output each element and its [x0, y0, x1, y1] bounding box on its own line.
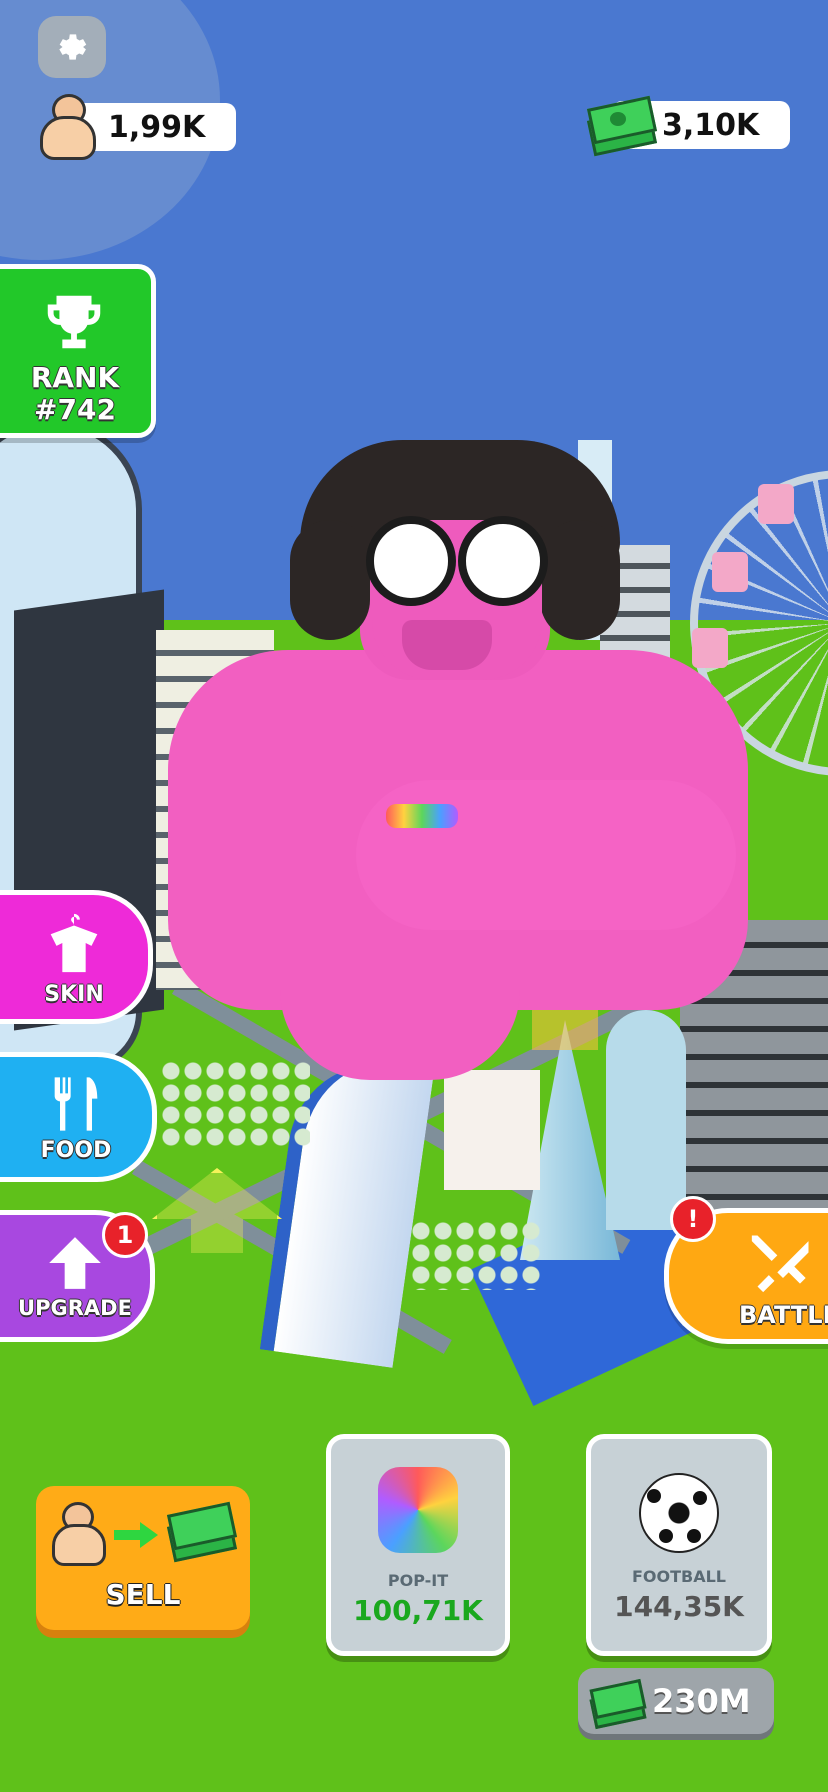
pop-it-in-hand — [386, 804, 458, 828]
ferris-cabin — [692, 628, 728, 668]
upgrade-label: UPGRADE — [18, 1296, 132, 1320]
ferris-cabin — [758, 484, 794, 524]
muscle-man-icon — [38, 94, 96, 160]
football-card[interactable]: FOOTBALL 144,35K — [586, 1434, 772, 1656]
ferris-cabin — [712, 552, 748, 592]
character-mouth — [402, 620, 492, 670]
food-button[interactable]: FOOD — [0, 1052, 157, 1182]
battle-badge-mark: ! — [687, 1205, 699, 1233]
sell-label: SELL — [105, 1578, 181, 1611]
gear-icon — [59, 34, 87, 60]
strength-counter: 1,99K — [74, 103, 236, 151]
pop-it-name: POP-IT — [387, 1571, 449, 1590]
skin-button[interactable]: SKIN — [0, 890, 153, 1024]
settings-button[interactable] — [38, 16, 106, 78]
cash-stack-icon — [586, 94, 658, 157]
pop-it-icon — [378, 1467, 458, 1553]
character-hair — [290, 520, 370, 640]
fork-knife-icon — [54, 1076, 98, 1131]
character-torso — [280, 960, 520, 1080]
trees — [160, 1060, 310, 1150]
pop-it-card[interactable]: POP-IT 100,71K — [326, 1434, 510, 1656]
crossed-swords-icon — [751, 1235, 809, 1293]
glasses-left — [366, 516, 456, 606]
rank-label: RANK — [30, 361, 120, 394]
up-arrow-icon — [49, 1237, 101, 1289]
building — [606, 1010, 686, 1230]
price-value: 230M — [652, 1682, 751, 1720]
upgrade-badge-count: 1 — [116, 1221, 134, 1249]
cash-stack-icon — [589, 1678, 647, 1730]
trees — [410, 1220, 540, 1290]
building — [444, 1070, 540, 1190]
rank-value: #742 — [34, 393, 116, 426]
character-arm — [356, 780, 736, 930]
pop-it-value: 100,71K — [353, 1594, 483, 1627]
battle-label: BATTLE — [739, 1301, 828, 1329]
upgrade-badge: 1 — [102, 1212, 148, 1258]
battle-badge: ! — [670, 1196, 716, 1242]
sell-button[interactable]: SELL — [36, 1486, 250, 1630]
money-value: 3,10K — [662, 107, 760, 143]
price-button[interactable]: 230M — [578, 1668, 774, 1734]
skin-label: SKIN — [44, 981, 104, 1007]
rank-button[interactable]: RANK #742 — [0, 264, 156, 438]
football-name: FOOTBALL — [631, 1567, 726, 1586]
trophy-icon — [47, 295, 101, 349]
glasses-right — [458, 516, 548, 606]
character-hair — [540, 520, 620, 640]
strength-value: 1,99K — [108, 109, 206, 145]
food-label: FOOD — [40, 1137, 112, 1163]
football-value: 144,35K — [614, 1590, 744, 1623]
football-icon — [639, 1473, 719, 1553]
strength-to-cash-icon — [52, 1498, 238, 1572]
shirt-hanger-icon — [50, 913, 98, 972]
